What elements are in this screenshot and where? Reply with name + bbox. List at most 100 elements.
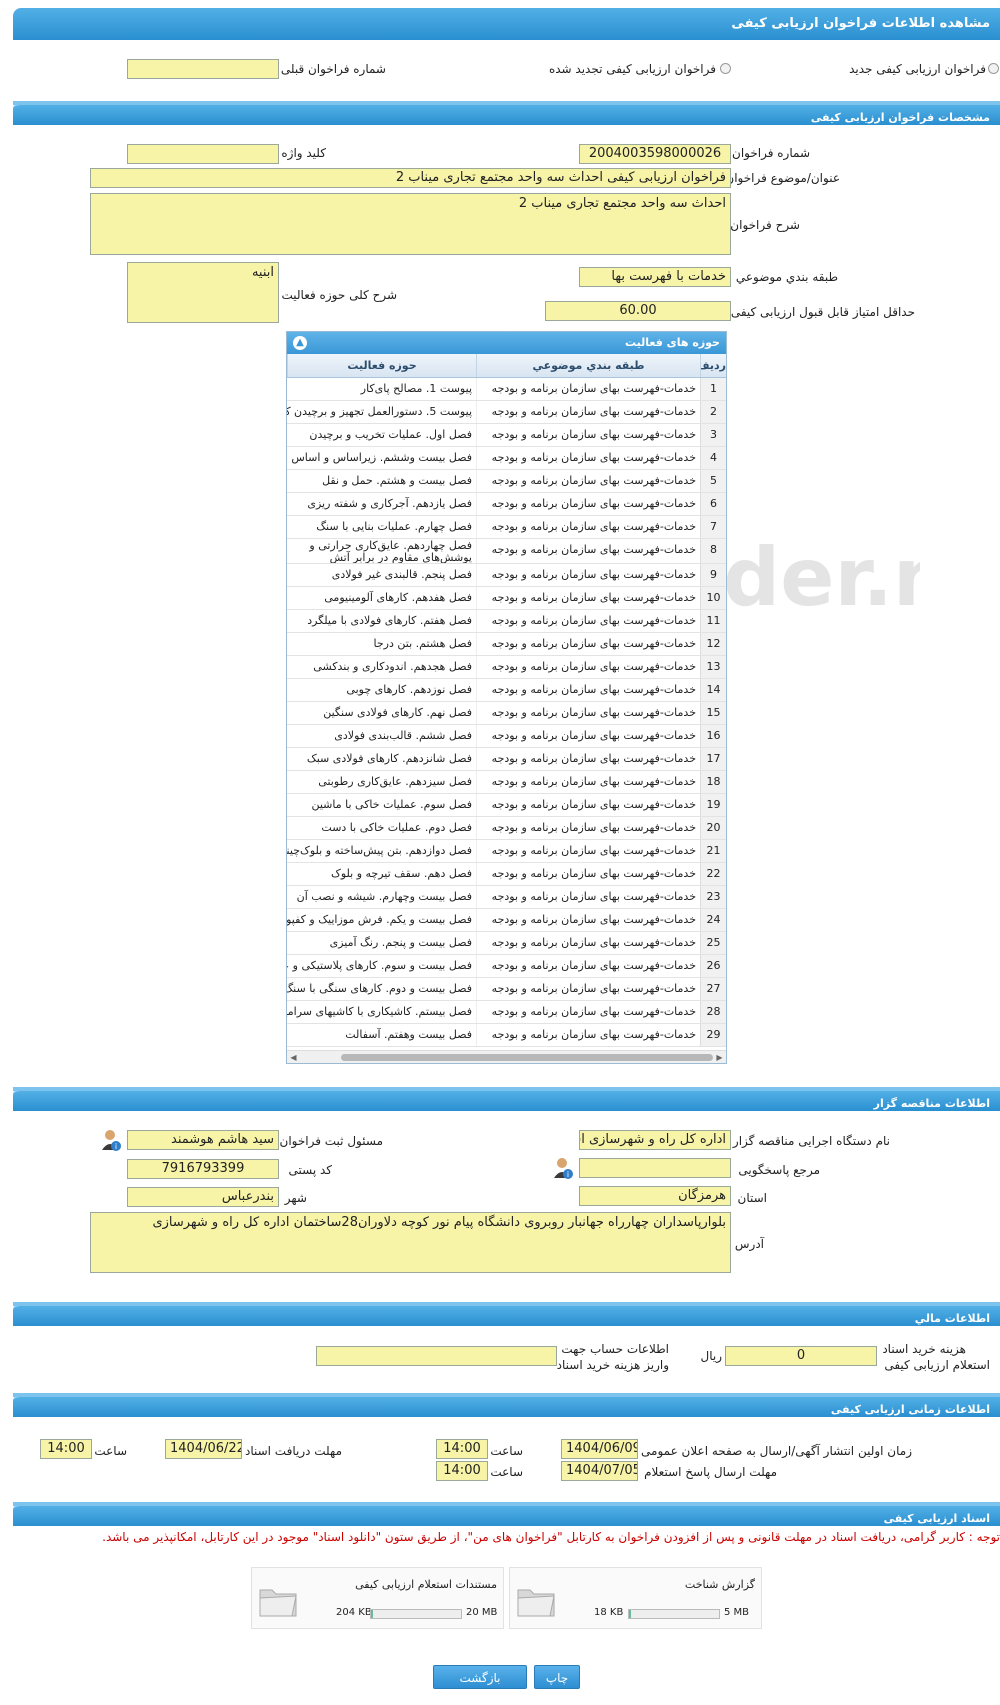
table-row[interactable]: 25 خدمات-فهرست بهای سازمان برنامه و بودجه… xyxy=(287,932,726,955)
table-row[interactable]: 20 خدمات-فهرست بهای سازمان برنامه و بودجه… xyxy=(287,817,726,840)
document-max-size: 20 MB xyxy=(466,1607,498,1618)
row-activity-cell: فصل دوم. عملیات خاکی با دست xyxy=(321,821,472,834)
svg-text:i: i xyxy=(567,1170,569,1179)
document-size: 18 KB xyxy=(594,1607,624,1618)
row-category-cell: خدمات-فهرست بهای سازمان برنامه و بودجه xyxy=(476,401,700,423)
table-row[interactable]: 21 خدمات-فهرست بهای سازمان برنامه و بودجه… xyxy=(287,840,726,863)
document-card[interactable]: مستندات استعلام ارزیابی کیفی 204 KB 20 M… xyxy=(251,1567,504,1629)
document-title: گزارش شناخت xyxy=(684,1578,755,1591)
table-row[interactable]: 1 خدمات-فهرست بهای سازمان برنامه و بودجه پ… xyxy=(287,378,726,401)
back-button[interactable]: بازگشت xyxy=(433,1665,527,1689)
table-row[interactable]: 26 خدمات-فهرست بهای سازمان برنامه و بودجه… xyxy=(287,955,726,978)
row-number-cell: 5 xyxy=(700,470,726,492)
fee-label-line2: استعلام ارزیابی کیفی xyxy=(884,1358,990,1372)
section-header-timing: اطلاعات زمانی ارزیابی کیفی xyxy=(13,1393,1000,1417)
table-row[interactable]: 23 خدمات-فهرست بهای سازمان برنامه و بودجه… xyxy=(287,886,726,909)
row-activity-cell: پیوست 1. مصالح پای‌کار xyxy=(360,382,472,395)
row-category-cell: خدمات-فهرست بهای سازمان برنامه و بودجه xyxy=(476,633,700,655)
row-activity-cell: فصل چهارم. عملیات بنایی با سنگ xyxy=(316,520,472,533)
row-activity-cell: فصل بیست و پنجم. رنگ آمیزی xyxy=(329,936,472,949)
table-row[interactable]: 8 خدمات-فهرست بهای سازمان برنامه و بودجه ف… xyxy=(287,539,726,564)
table-row[interactable]: 4 خدمات-فهرست بهای سازمان برنامه و بودجه ف… xyxy=(287,447,726,470)
row-category-cell: خدمات-فهرست بهای سازمان برنامه و بودجه xyxy=(476,702,700,724)
address-label: آدرس xyxy=(734,1237,764,1251)
row-number-cell: 14 xyxy=(700,679,726,701)
min-score-field: 60.00 xyxy=(545,301,731,321)
section-header-financial: اطلاعات مالي xyxy=(13,1302,1000,1326)
reference-info-icon[interactable]: i xyxy=(552,1156,574,1180)
response-date-field: 1404/07/05 xyxy=(561,1461,638,1481)
row-category-cell: خدمات-فهرست بهای سازمان برنامه و بودجه xyxy=(476,470,700,492)
radio-new[interactable] xyxy=(988,63,999,74)
table-row[interactable]: 7 خدمات-فهرست بهای سازمان برنامه و بودجه ف… xyxy=(287,516,726,539)
table-row[interactable]: 11 خدمات-فهرست بهای سازمان برنامه و بودجه… xyxy=(287,610,726,633)
row-activity-cell: فصل بیست و سوم. کارهای پلاستیکی و عایق xyxy=(287,959,472,972)
row-category-cell: خدمات-فهرست بهای سازمان برنامه و بودجه xyxy=(476,817,700,839)
folder-icon xyxy=(259,1589,297,1617)
table-row[interactable]: 5 خدمات-فهرست بهای سازمان برنامه و بودجه ف… xyxy=(287,470,726,493)
row-category-cell: خدمات-فهرست بهای سازمان برنامه و بودجه xyxy=(476,886,700,908)
print-button[interactable]: چاپ xyxy=(534,1665,580,1689)
min-score-label: حداقل امتیاز قابل قبول ارزیابی کیفی xyxy=(730,305,915,319)
grid-col-category[interactable]: طبقه بندي موضوعي xyxy=(476,354,700,377)
registrar-label: مسئول ثبت فراخوان xyxy=(279,1134,384,1148)
user-info-icon[interactable]: i xyxy=(100,1128,122,1152)
publish-time-label: ساعت xyxy=(490,1444,523,1458)
table-row[interactable]: 27 خدمات-فهرست بهای سازمان برنامه و بودجه… xyxy=(287,978,726,1001)
row-category-cell: خدمات-فهرست بهای سازمان برنامه و بودجه xyxy=(476,1001,700,1023)
row-number-cell: 6 xyxy=(700,493,726,515)
prev-number-label: شماره فراخوان قبلی xyxy=(280,62,386,76)
row-number-cell: 17 xyxy=(700,748,726,770)
category-label: طبقه بندي موضوعي xyxy=(735,270,838,284)
document-max-size: 5 MB xyxy=(724,1607,750,1618)
row-number-cell: 8 xyxy=(700,539,726,563)
reference-field xyxy=(579,1158,731,1178)
row-activity-cell: فصل پنجم. قالبندی غیر فولادی xyxy=(331,568,472,581)
scroll-left-icon[interactable]: ◀ xyxy=(287,1051,300,1063)
table-row[interactable]: 10 خدمات-فهرست بهای سازمان برنامه و بودجه… xyxy=(287,587,726,610)
table-row[interactable]: 24 خدمات-فهرست بهای سازمان برنامه و بودجه… xyxy=(287,909,726,932)
table-row[interactable]: 22 خدمات-فهرست بهای سازمان برنامه و بودجه… xyxy=(287,863,726,886)
scrollbar-thumb[interactable] xyxy=(341,1054,713,1061)
receive-time-label: ساعت xyxy=(94,1444,127,1458)
scroll-right-icon[interactable]: ▶ xyxy=(713,1051,726,1063)
row-category-cell: خدمات-فهرست بهای سازمان برنامه و بودجه xyxy=(476,587,700,609)
table-row[interactable]: 9 خدمات-فهرست بهای سازمان برنامه و بودجه ف… xyxy=(287,564,726,587)
grid-col-activity[interactable]: حوزه فعالیت xyxy=(287,354,476,377)
table-row[interactable]: 29 خدمات-فهرست بهای سازمان برنامه و بودجه… xyxy=(287,1024,726,1047)
table-row[interactable]: 28 خدمات-فهرست بهای سازمان برنامه و بودجه… xyxy=(287,1001,726,1024)
grid-header: رديف طبقه بندي موضوعي حوزه فعالیت xyxy=(287,354,726,378)
city-label: شهر xyxy=(284,1191,307,1205)
table-row[interactable]: 14 خدمات-فهرست بهای سازمان برنامه و بودجه… xyxy=(287,679,726,702)
account-field xyxy=(316,1346,557,1366)
response-time-label: ساعت xyxy=(490,1465,523,1479)
row-category-cell: خدمات-فهرست بهای سازمان برنامه و بودجه xyxy=(476,378,700,400)
table-row[interactable]: 15 خدمات-فهرست بهای سازمان برنامه و بودجه… xyxy=(287,702,726,725)
row-activity-cell: فصل بیست و یکم. فرش موزاییک و کفپوش xyxy=(287,913,472,926)
table-row[interactable]: 17 خدمات-فهرست بهای سازمان برنامه و بودجه… xyxy=(287,748,726,771)
row-number-cell: 12 xyxy=(700,633,726,655)
table-row[interactable]: 13 خدمات-فهرست بهای سازمان برنامه و بودجه… xyxy=(287,656,726,679)
grid-col-no[interactable]: رديف xyxy=(700,354,726,377)
table-row[interactable]: 18 خدمات-فهرست بهای سازمان برنامه و بودجه… xyxy=(287,771,726,794)
row-category-cell: خدمات-فهرست بهای سازمان برنامه و بودجه xyxy=(476,656,700,678)
row-number-cell: 23 xyxy=(700,886,726,908)
row-category-cell: خدمات-فهرست بهای سازمان برنامه و بودجه xyxy=(476,424,700,446)
radio-renewed[interactable] xyxy=(720,63,731,74)
grid-body: 1 خدمات-فهرست بهای سازمان برنامه و بودجه پ… xyxy=(287,378,726,1047)
table-row[interactable]: 6 خدمات-فهرست بهای سازمان برنامه و بودجه ف… xyxy=(287,493,726,516)
reference-label: مرجع پاسخگویی xyxy=(738,1163,820,1177)
table-row[interactable]: 12 خدمات-فهرست بهای سازمان برنامه و بودجه… xyxy=(287,633,726,656)
horizontal-scrollbar[interactable]: ◀ ▶ xyxy=(287,1050,726,1063)
row-activity-cell: فصل دوازدهم. بتن پیش‌ساخته و بلوک‌چینی xyxy=(287,844,472,857)
document-card[interactable]: گزارش شناخت 18 KB 5 MB xyxy=(509,1567,762,1629)
row-activity-cell: پیوست 5. دستورالعمل تجهیز و برچیدن کارگا… xyxy=(287,405,472,418)
table-row[interactable]: 19 خدمات-فهرست بهای سازمان برنامه و بودجه… xyxy=(287,794,726,817)
response-time-field: 14:00 xyxy=(436,1461,488,1481)
row-number-cell: 1 xyxy=(700,378,726,400)
row-number-cell: 28 xyxy=(700,1001,726,1023)
table-row[interactable]: 3 خدمات-فهرست بهای سازمان برنامه و بودجه ف… xyxy=(287,424,726,447)
table-row[interactable]: 16 خدمات-فهرست بهای سازمان برنامه و بودجه… xyxy=(287,725,726,748)
table-row[interactable]: 2 خدمات-فهرست بهای سازمان برنامه و بودجه پ… xyxy=(287,401,726,424)
collapse-icon[interactable]: ▲ xyxy=(293,336,307,350)
